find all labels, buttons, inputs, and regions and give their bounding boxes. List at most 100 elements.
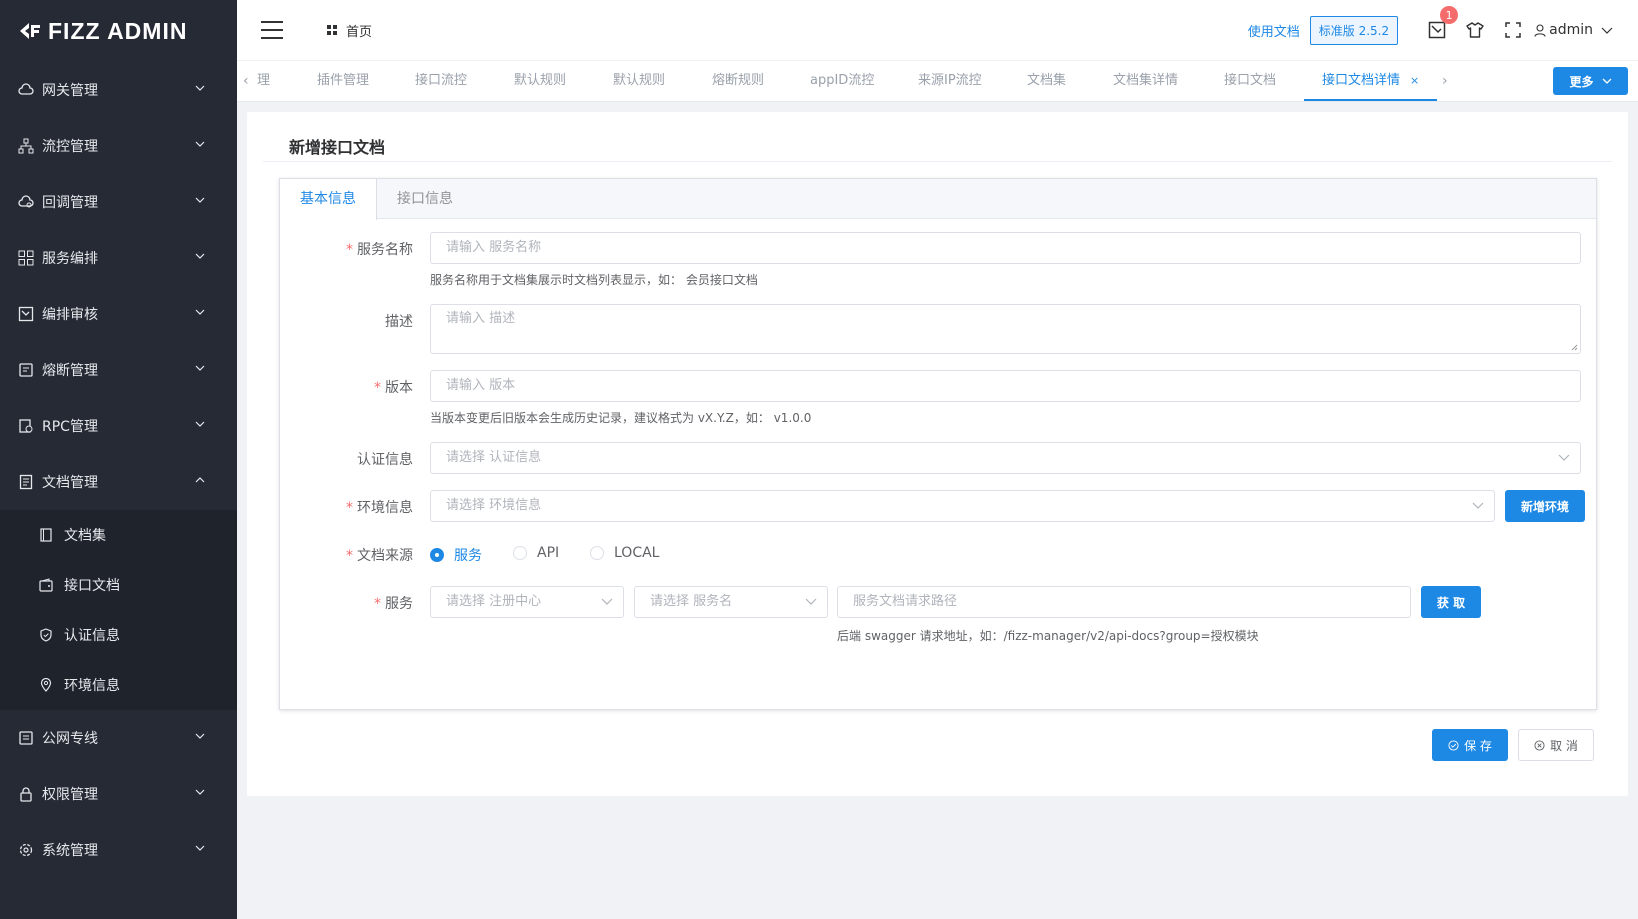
- sidebar-item-circuit-breaker[interactable]: 熔断管理: [0, 342, 237, 398]
- chevron-down-icon: [1602, 78, 1611, 84]
- sidebar-item-audit[interactable]: 编排审核: [0, 286, 237, 342]
- sidebar-item-label: 回调管理: [42, 195, 98, 211]
- location-icon: [38, 677, 54, 693]
- breadcrumb-home[interactable]: 首页: [346, 21, 372, 40]
- doc-path-input[interactable]: 服务文档请求路径: [837, 586, 1411, 618]
- chevron-down-icon: [1558, 454, 1570, 461]
- service-name-select-placeholder: 请选择 服务名: [650, 594, 733, 609]
- sidebar-item-label: 权限管理: [42, 787, 98, 803]
- source-radio-service[interactable]: 服务: [430, 545, 482, 565]
- chevron-down-icon: [195, 365, 205, 371]
- sidebar-item-permissions[interactable]: 权限管理: [0, 766, 237, 822]
- registry-select[interactable]: 请选择 注册中心: [430, 586, 624, 618]
- add-env-button[interactable]: 新增环境: [1505, 490, 1585, 522]
- rpc-icon: [18, 418, 34, 434]
- sidebar-subitem-env-info[interactable]: 环境信息: [0, 660, 237, 710]
- sidebar-item-system[interactable]: 系统管理: [0, 822, 237, 878]
- user-menu[interactable]: admin: [1534, 22, 1616, 38]
- sidebar-subitem-doc-set[interactable]: 文档集: [0, 510, 237, 560]
- page-tab[interactable]: 插件管理: [317, 61, 369, 101]
- version-input[interactable]: 请输入 版本: [430, 370, 1581, 402]
- fizz-logo-icon: [20, 23, 40, 39]
- service-name-select[interactable]: 请选择 服务名: [634, 586, 828, 618]
- sidebar-item-callback[interactable]: 回调管理: [0, 174, 237, 230]
- auth-placeholder: 请选择 认证信息: [446, 450, 542, 465]
- sidebar-item-orchestration[interactable]: 服务编排: [0, 230, 237, 286]
- document-icon: [18, 474, 34, 490]
- wallet-icon: [38, 577, 54, 593]
- hierarchy-icon: [18, 138, 34, 154]
- sidebar-item-flow-control[interactable]: 流控管理: [0, 118, 237, 174]
- logo[interactable]: FIZZ ADMIN: [0, 0, 237, 62]
- close-icon[interactable]: ×: [1410, 74, 1419, 87]
- page-title: 新增接口文档: [289, 138, 386, 157]
- page-tab[interactable]: 文档集: [1027, 61, 1066, 101]
- tabs-scroll-left-icon[interactable]: ‹: [243, 73, 249, 89]
- save-button[interactable]: 保 存: [1432, 729, 1508, 761]
- env-select[interactable]: 请选择 环境信息: [430, 490, 1495, 522]
- radio-dot: [590, 546, 604, 560]
- sidebar-subitem-label: 认证信息: [64, 628, 120, 644]
- page-tab[interactable]: 来源IP流控: [918, 61, 982, 101]
- sidebar-subitem-auth-info[interactable]: 认证信息: [0, 610, 237, 660]
- chevron-down-icon: [195, 197, 205, 203]
- more-tabs-button[interactable]: 更多: [1553, 67, 1628, 95]
- env-placeholder: 请选择 环境信息: [446, 498, 542, 513]
- top-header: 首页 使用文档 标准版 2.5.2 1 admin: [237, 0, 1638, 60]
- sidebar-item-rpc[interactable]: RPC管理: [0, 398, 237, 454]
- book-icon: [38, 527, 54, 543]
- description-textarea[interactable]: 请输入 描述: [430, 304, 1581, 354]
- page-tab-active[interactable]: 接口文档详情 ×: [1304, 61, 1438, 101]
- audit-notify-button[interactable]: 1: [1418, 6, 1459, 39]
- sidebar-item-label: RPC管理: [42, 419, 98, 435]
- form-tabs-box: 基本信息 接口信息 * 服务名称 请输入 服务名称 服务名称用于文档集展示时文档列…: [279, 178, 1597, 710]
- page-tab[interactable]: 接口流控: [415, 61, 467, 101]
- auth-select[interactable]: 请选择 认证信息: [430, 442, 1581, 474]
- page-tab[interactable]: appID流控: [810, 61, 874, 101]
- version-badge[interactable]: 标准版 2.5.2: [1309, 15, 1399, 45]
- fetch-button[interactable]: 获 取: [1421, 586, 1481, 618]
- doc-link[interactable]: 使用文档: [1248, 21, 1300, 40]
- service-name-input[interactable]: 请输入 服务名称: [430, 232, 1581, 264]
- radio-dot: [430, 548, 444, 562]
- service-name-label: * 服务名称: [346, 242, 413, 258]
- tabs-scroll-right-icon[interactable]: ›: [1442, 73, 1448, 89]
- breadcrumb[interactable]: 首页: [327, 21, 372, 40]
- resize-handle-icon[interactable]: [1571, 344, 1578, 351]
- chevron-down-icon: [195, 845, 205, 851]
- form-tabs-header: 基本信息 接口信息: [280, 179, 1596, 220]
- chevron-down-icon: [195, 421, 205, 427]
- sidebar-subitem-label: 文档集: [64, 528, 106, 544]
- source-radio-api[interactable]: API: [513, 545, 559, 561]
- main-card: 新增接口文档 基本信息 接口信息 * 服务名称 请输入 服务名称 服务名称用于文档…: [247, 112, 1628, 796]
- page-tab[interactable]: 默认规则: [613, 61, 665, 101]
- hamburger-menu-icon[interactable]: [261, 21, 283, 39]
- grid-icon: [18, 250, 34, 266]
- audit-icon: [1428, 21, 1446, 39]
- page-tab[interactable]: 默认规则: [514, 61, 566, 101]
- sidebar-item-gateway[interactable]: 网关管理: [0, 62, 237, 118]
- theme-button[interactable]: [1456, 21, 1494, 39]
- page-tab[interactable]: 理: [257, 61, 270, 101]
- sidebar-item-docs[interactable]: 文档管理: [0, 454, 237, 510]
- page-tab[interactable]: 接口文档: [1224, 61, 1276, 101]
- chevron-down-icon: [195, 141, 205, 147]
- cloud-icon: [18, 82, 34, 98]
- page-tab[interactable]: 文档集详情: [1113, 61, 1178, 101]
- fullscreen-button[interactable]: [1494, 22, 1532, 38]
- tab-basic-info[interactable]: 基本信息: [280, 179, 377, 220]
- cloud-callback-icon: [18, 194, 34, 210]
- tab-interface-info[interactable]: 接口信息: [377, 179, 473, 219]
- source-label: * 文档来源: [346, 548, 413, 564]
- sidebar-subitem-api-doc[interactable]: 接口文档: [0, 560, 237, 610]
- cancel-label: 取 消: [1550, 738, 1578, 753]
- page-tab[interactable]: 熔断规则: [712, 61, 764, 101]
- title-divider: [263, 161, 1612, 162]
- sidebar-item-public-network[interactable]: 公网专线: [0, 710, 237, 766]
- radio-dot: [513, 546, 527, 560]
- cancel-button[interactable]: 取 消: [1518, 729, 1594, 761]
- source-radio-local[interactable]: LOCAL: [590, 545, 659, 561]
- close-circle-icon: [1534, 739, 1545, 751]
- service-label: * 服务: [374, 596, 413, 612]
- chevron-down-icon: [195, 309, 205, 315]
